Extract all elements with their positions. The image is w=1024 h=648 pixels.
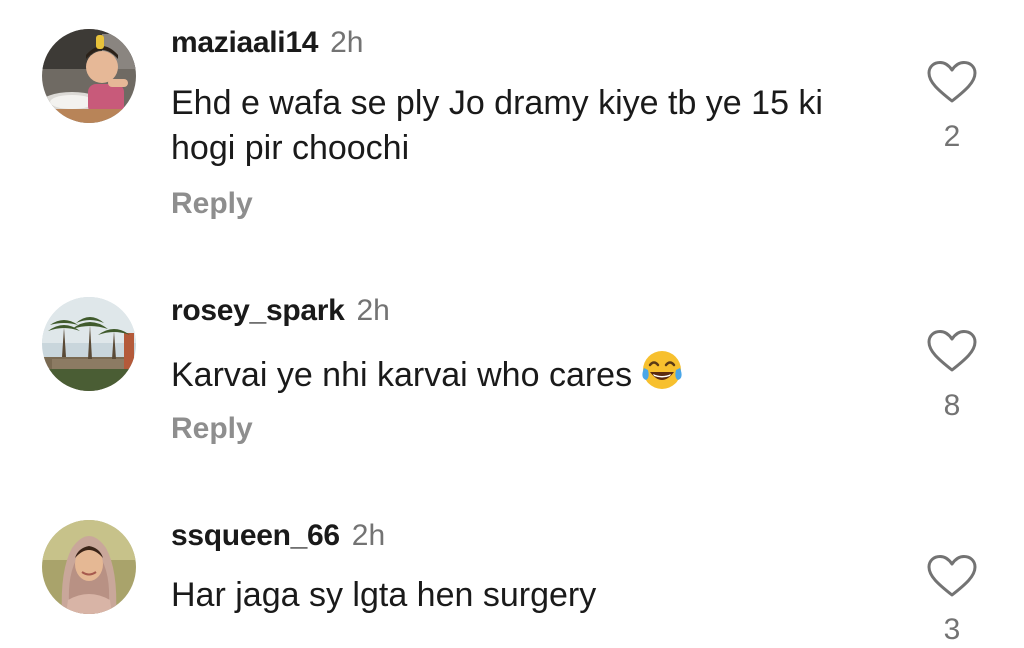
palm-trees-photo-avatar-icon xyxy=(42,297,136,391)
comment-item: rosey_spark 2h Karvai ye nhi karvai who c… xyxy=(0,260,1024,490)
comment-text-content: Karvai ye nhi karvai who cares xyxy=(171,356,633,394)
heart-icon[interactable] xyxy=(926,60,978,104)
heart-icon[interactable] xyxy=(926,554,978,598)
comment-text: Karvai ye nhi karvai who cares xyxy=(171,348,871,398)
timestamp: 2h xyxy=(330,26,364,59)
like-count: 8 xyxy=(943,389,961,422)
user-avatar[interactable] xyxy=(42,297,136,391)
reply-button[interactable]: Reply xyxy=(171,186,253,222)
timestamp: 2h xyxy=(351,519,386,552)
woman-portrait-avatar-icon xyxy=(42,520,136,614)
comment-header: ssqueen_66 2h xyxy=(171,518,385,554)
child-photo-avatar-icon xyxy=(42,29,136,123)
username[interactable]: ssqueen_66 xyxy=(171,519,340,552)
comment-header: rosey_spark 2h xyxy=(171,293,390,329)
face-with-tears-of-joy-icon xyxy=(642,351,682,389)
reply-button[interactable]: Reply xyxy=(171,411,253,447)
timestamp: 2h xyxy=(356,294,390,327)
like-count: 2 xyxy=(943,120,961,153)
comment-item: ssqueen_66 2h Har jaga sy lgta hen surger… xyxy=(0,490,1024,646)
username[interactable]: maziaali14 xyxy=(171,26,318,59)
comment-text: Ehd e wafa se ply Jo dramy kiye tb ye 15… xyxy=(171,84,823,167)
like-count: 3 xyxy=(943,613,961,646)
comment-text: Har jaga sy lgta hen surgery xyxy=(171,576,597,614)
comment-item: maziaali14 2h Ehd e wafa se ply Jo dramy … xyxy=(0,0,1024,260)
username[interactable]: rosey_spark xyxy=(171,294,345,327)
user-avatar[interactable] xyxy=(42,29,136,123)
user-avatar[interactable] xyxy=(42,520,136,614)
comment-header: maziaali14 2h xyxy=(171,25,363,61)
heart-icon[interactable] xyxy=(926,329,978,373)
